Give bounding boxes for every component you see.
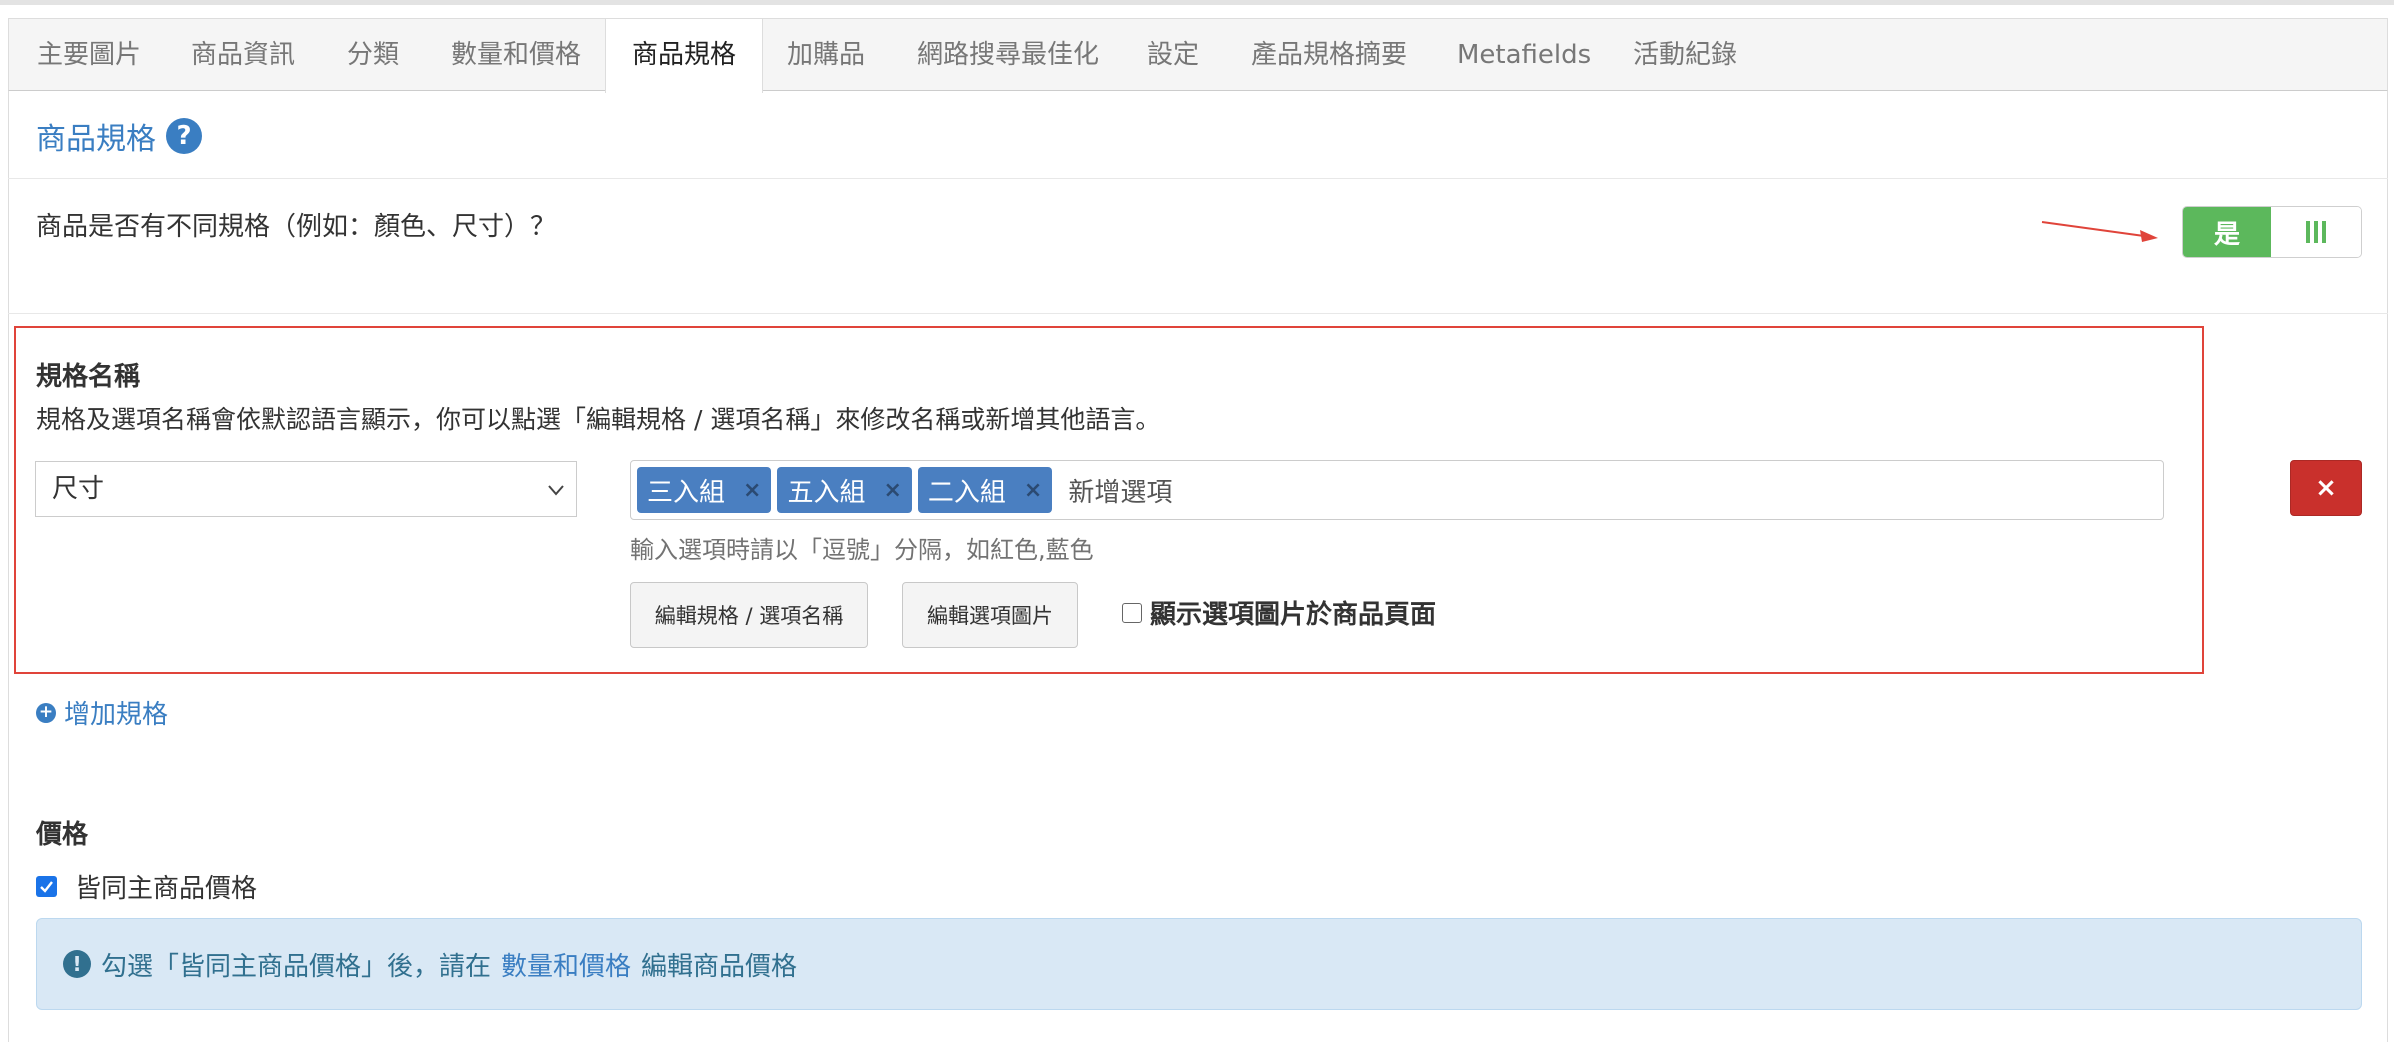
spec-description: 規格及選項名稱會依默認語言顯示，你可以點選「編輯規格 / 選項名稱」來修改名稱或… bbox=[36, 405, 1161, 434]
tag-remove-icon[interactable]: × bbox=[1024, 478, 1042, 503]
checkbox-unchecked-icon[interactable] bbox=[1122, 602, 1142, 623]
tab-settings[interactable]: 設定 bbox=[1147, 19, 1199, 92]
option-input-hint: 輸入選項時請以「逗號」分隔，如紅色,藍色 bbox=[630, 536, 1094, 564]
same-price-label: 皆同主商品價格 bbox=[75, 874, 258, 904]
option-tag: 三入組 × bbox=[637, 467, 772, 513]
tab-quantity-price[interactable]: 數量和價格 bbox=[451, 19, 581, 92]
info-suffix: 編輯商品價格 bbox=[641, 951, 798, 982]
quantity-price-link[interactable]: 數量和價格 bbox=[501, 946, 631, 983]
toggle-yes-label: 是 bbox=[2183, 207, 2271, 257]
tab-seo[interactable]: 網路搜尋最佳化 bbox=[917, 19, 1099, 92]
edit-option-images-button[interactable]: 編輯選項圖片 bbox=[902, 582, 1078, 648]
variants-toggle[interactable]: 是 bbox=[2182, 206, 2362, 258]
tag-remove-icon[interactable]: × bbox=[883, 478, 901, 503]
info-prefix: 勾選「皆同主商品價格」後，請在 bbox=[101, 951, 492, 982]
add-option-placeholder[interactable]: 新增選項 bbox=[1068, 472, 1172, 509]
exclamation-circle-icon: ! bbox=[63, 950, 91, 978]
variants-question: 商品是否有不同規格（例如：顏色、尺寸）？ bbox=[36, 212, 557, 242]
checkbox-checked-icon[interactable] bbox=[36, 876, 57, 897]
chevron-down-icon bbox=[548, 485, 564, 496]
tab-main-images[interactable]: 主要圖片 bbox=[37, 19, 141, 92]
option-tag-label: 五入組 bbox=[787, 477, 866, 508]
price-info-alert: ! 勾選「皆同主商品價格」後，請在 數量和價格 編輯商品價格 bbox=[36, 918, 2362, 1010]
tab-category[interactable]: 分類 bbox=[347, 19, 399, 92]
spec-name-label: 規格名稱 bbox=[36, 362, 141, 392]
divider bbox=[8, 313, 2388, 314]
tab-product-info[interactable]: 商品資訊 bbox=[191, 19, 295, 92]
add-spec-label: 增加規格 bbox=[64, 700, 169, 730]
price-title: 價格 bbox=[36, 820, 89, 850]
section-title: 商品規格 ? bbox=[36, 112, 202, 160]
toggle-grip-icon bbox=[2271, 207, 2361, 257]
option-tag-label: 三入組 bbox=[647, 477, 726, 508]
tab-activity-log[interactable]: 活動紀錄 bbox=[1633, 19, 1737, 92]
tab-metafields[interactable]: Metafields bbox=[1457, 19, 1591, 92]
tab-bar: 主要圖片 商品資訊 分類 數量和價格 商品規格 加購品 網路搜尋最佳化 設定 產… bbox=[8, 18, 2388, 93]
spec-name-value: 尺寸 bbox=[52, 474, 105, 504]
delete-spec-button[interactable]: × bbox=[2290, 460, 2362, 516]
tab-add-on-items[interactable]: 加購品 bbox=[787, 19, 865, 92]
option-tags-input[interactable]: 三入組 × 五入組 × 二入組 × 新增選項 bbox=[630, 460, 2164, 520]
tag-remove-icon[interactable]: × bbox=[743, 478, 761, 503]
plus-circle-icon: + bbox=[36, 702, 56, 723]
tab-product-spec[interactable]: 商品規格 bbox=[605, 19, 764, 93]
option-tag: 五入組 × bbox=[777, 467, 912, 513]
top-border bbox=[0, 0, 2394, 5]
annotation-arrow-icon bbox=[2041, 221, 2158, 242]
divider bbox=[8, 178, 2388, 179]
same-price-checkbox[interactable]: 皆同主商品價格 bbox=[36, 868, 257, 905]
spec-name-select[interactable]: 尺寸 bbox=[35, 461, 577, 517]
show-option-images-checkbox[interactable]: 顯示選項圖片於商品頁面 bbox=[1122, 594, 1436, 631]
option-tag-label: 二入組 bbox=[927, 477, 1006, 508]
add-spec-link[interactable]: + 增加規格 bbox=[36, 694, 168, 731]
show-option-images-label: 顯示選項圖片於商品頁面 bbox=[1150, 600, 1437, 630]
section-title-text: 商品規格 bbox=[36, 122, 156, 157]
edit-spec-names-button[interactable]: 編輯規格 / 選項名稱 bbox=[630, 582, 868, 648]
tab-spec-summary[interactable]: 產品規格摘要 bbox=[1251, 19, 1407, 92]
question-circle-icon[interactable]: ? bbox=[166, 118, 202, 154]
option-tag: 二入組 × bbox=[917, 467, 1053, 513]
